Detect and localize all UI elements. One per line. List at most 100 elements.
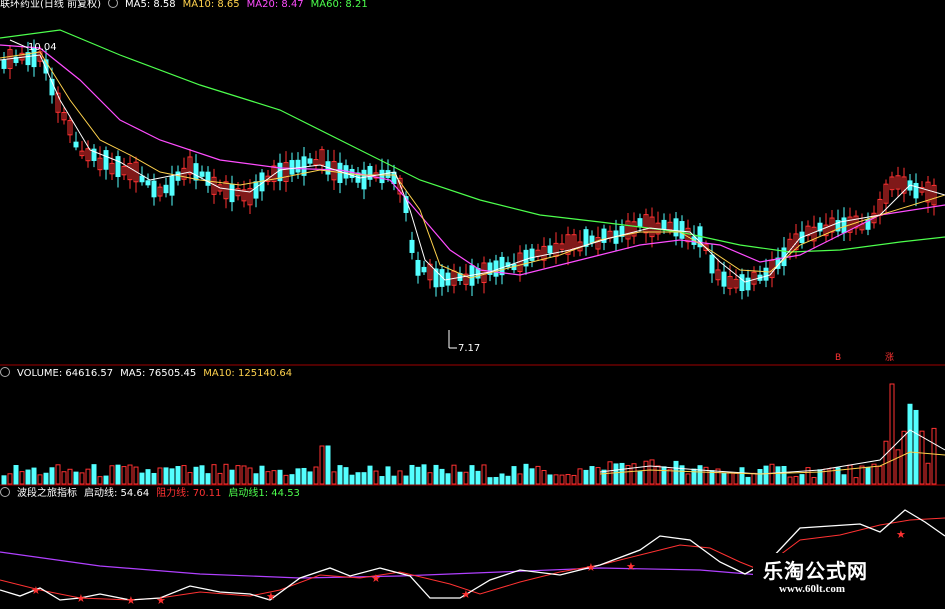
volume-bar — [439, 468, 445, 485]
watermark-url: www.60lt.com — [779, 583, 845, 595]
volume-bar — [505, 475, 511, 485]
volume-bar — [289, 474, 295, 485]
volume-bar — [115, 464, 121, 485]
candlestick-series — [1, 39, 937, 300]
volume-bar — [343, 467, 349, 485]
volume-bar — [259, 465, 265, 485]
volume-bar — [919, 430, 925, 485]
volume-bar — [511, 466, 517, 485]
volume-bar — [31, 467, 37, 485]
candle-body — [193, 163, 199, 181]
volume-bar — [637, 471, 643, 485]
volume-bar — [427, 472, 433, 485]
candle-body — [151, 180, 157, 198]
volume-bar — [385, 466, 391, 485]
candle-body — [385, 170, 391, 178]
volume-bar — [541, 470, 547, 485]
volume-bar — [217, 472, 223, 485]
volume-bar — [307, 471, 313, 485]
candle-body — [763, 267, 769, 281]
volume-bar — [415, 466, 421, 485]
volume-bar — [739, 467, 745, 485]
volume-bar — [889, 383, 895, 485]
candle-body — [739, 274, 745, 291]
volume-bar — [535, 465, 541, 485]
volume-bar — [403, 475, 409, 485]
volume-bar — [151, 472, 157, 485]
volume-bar — [553, 474, 559, 485]
volume-bar — [85, 468, 91, 485]
volume-bar — [469, 465, 475, 485]
candle-body — [73, 141, 79, 148]
volume-bar — [187, 472, 193, 485]
volume-bar — [751, 472, 757, 485]
volume-bar — [235, 465, 241, 485]
volume-bar — [865, 466, 871, 485]
star-marker: ★ — [76, 592, 86, 605]
volume-bar — [73, 471, 79, 485]
volume-bar — [547, 474, 553, 485]
volume-bar — [619, 462, 625, 485]
volume-bar — [925, 462, 931, 485]
volume-bar — [559, 474, 565, 485]
candle-body — [709, 254, 715, 274]
volume-bar — [475, 470, 481, 485]
ma10-line — [0, 51, 945, 279]
candle-body — [199, 171, 205, 177]
candle-body — [115, 156, 121, 178]
chart-canvas[interactable]: ★ ★ ★ ★ ★ ★ ★ ★ ★ ★ 10.04 7.17 B 涨 — [0, 0, 945, 609]
volume-bar — [853, 477, 859, 485]
volume-bar — [649, 459, 655, 485]
volume-bar — [697, 465, 703, 485]
candle-body — [583, 229, 589, 247]
volume-bar — [163, 467, 169, 485]
volume-bar — [409, 464, 415, 485]
volume-bar — [433, 464, 439, 485]
candle-body — [409, 239, 415, 253]
candle-body — [547, 245, 553, 254]
volume-bar — [457, 471, 463, 485]
volume-bar — [79, 472, 85, 485]
volume-bar — [175, 466, 181, 485]
volume-bar — [271, 470, 277, 485]
volume-bar — [733, 472, 739, 485]
volume-bar — [25, 469, 31, 485]
candle-body — [229, 183, 235, 203]
volume-bar — [463, 471, 469, 485]
candle-body — [661, 219, 667, 230]
volume-bar — [43, 472, 49, 485]
volume-bar — [517, 473, 523, 485]
candle-body — [139, 175, 145, 183]
volume-bar — [109, 465, 115, 485]
volume-bar — [445, 473, 451, 485]
volume-bar — [139, 472, 145, 485]
volume-bar — [265, 471, 271, 485]
volume-bar — [13, 465, 19, 485]
candle-body — [379, 169, 385, 184]
candle-body — [145, 180, 151, 186]
volume-bar — [805, 467, 811, 485]
watermark-logo: 乐淘公式网 www.60lt.com — [753, 553, 939, 603]
low-price-marker: 7.17 — [448, 330, 480, 354]
volume-bar — [673, 460, 679, 485]
volume-bar — [595, 467, 601, 485]
volume-bar — [223, 463, 229, 485]
candle-body — [721, 271, 727, 287]
candle-body — [163, 184, 169, 194]
volume-bar — [451, 464, 457, 485]
volume-bar — [19, 471, 25, 485]
volume-bar — [325, 445, 331, 485]
volume-bar — [157, 467, 163, 485]
candle-body — [307, 158, 313, 164]
volume-bar — [859, 465, 865, 485]
volume-bar — [721, 472, 727, 485]
volume-bar — [565, 474, 571, 485]
volume-bar — [319, 445, 325, 485]
candle-body — [673, 218, 679, 237]
volume-bar — [349, 474, 355, 485]
candle-body — [745, 277, 751, 291]
volume-bar — [55, 464, 61, 485]
volume-bar — [1, 475, 7, 485]
volume-bar — [685, 473, 691, 485]
moving-average-lines — [0, 29, 945, 283]
